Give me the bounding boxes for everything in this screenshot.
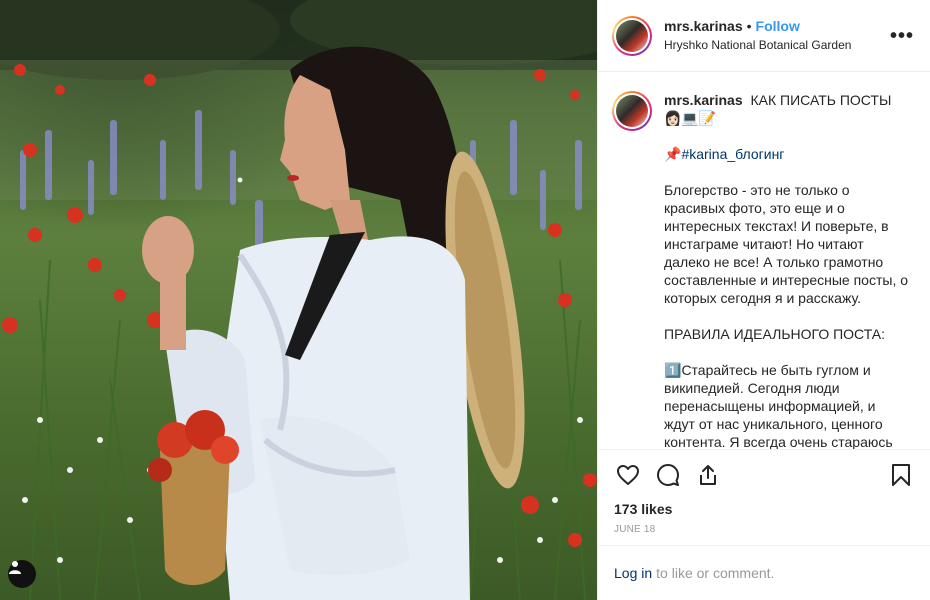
caption-username-link[interactable]: mrs.karinas	[664, 92, 747, 108]
caption-paragraph-2: ПРАВИЛА ИДЕАЛЬНОГО ПОСТА:	[664, 326, 886, 342]
pin-icon: 📌	[664, 146, 682, 162]
login-prompt: Log in to like or comment.	[598, 545, 930, 600]
post-actions: 173 likes JUNE 18	[598, 449, 930, 535]
caption-avatar[interactable]	[612, 91, 652, 131]
login-prompt-text: to like or comment.	[656, 565, 775, 581]
caption-paragraph-1: Блогерство - это не только о красивых фо…	[664, 182, 909, 306]
caption-paragraph-3: 1️⃣Старайтесь не быть гуглом и википедие…	[664, 361, 909, 449]
photo-illustration	[0, 0, 597, 600]
location-link[interactable]: Hryshko National Botanical Garden	[664, 36, 890, 54]
comment-icon[interactable]	[654, 461, 682, 489]
person-icon	[9, 561, 21, 574]
avatar[interactable]	[612, 15, 652, 56]
number-one-icon: 1️⃣	[664, 362, 682, 378]
action-icons	[614, 450, 915, 500]
caption-title-emojis: 👩🏻💻📝	[664, 110, 717, 126]
header-text: mrs.karinas • Follow Hryshko National Bota…	[664, 17, 890, 54]
user-tag-button[interactable]	[8, 560, 36, 588]
separator-dot: •	[746, 18, 752, 34]
username-link[interactable]: mrs.karinas	[664, 18, 743, 34]
bookmark-icon[interactable]	[887, 461, 915, 489]
heart-icon[interactable]	[614, 461, 642, 489]
likes-count[interactable]: 173 likes	[614, 500, 915, 518]
login-link[interactable]: Log in	[614, 565, 652, 581]
hashtag-link[interactable]: #karina_блогинг	[681, 146, 784, 162]
post-header: mrs.karinas • Follow Hryshko National Bota…	[598, 0, 930, 72]
post-photo[interactable]	[0, 0, 597, 600]
caption-section: mrs.karinas КАК ПИСАТЬ ПОСТЫ 👩🏻💻📝 📌#kari…	[598, 73, 930, 449]
post-sidebar: mrs.karinas • Follow Hryshko National Bota…	[597, 0, 930, 600]
caption-title: КАК ПИСАТЬ ПОСТЫ	[750, 92, 892, 108]
caption-paragraph-3-text: Старайтесь не быть гуглом и википедией. …	[664, 362, 893, 449]
share-icon[interactable]	[694, 461, 722, 489]
follow-button[interactable]: Follow	[756, 18, 800, 34]
caption-text: mrs.karinas КАК ПИСАТЬ ПОСТЫ 👩🏻💻📝 📌#kari…	[664, 91, 909, 449]
more-options-icon[interactable]: •••	[890, 26, 914, 46]
hashtag-line: 📌#karina_блогинг	[664, 145, 909, 163]
post-date[interactable]: JUNE 18	[614, 524, 915, 535]
